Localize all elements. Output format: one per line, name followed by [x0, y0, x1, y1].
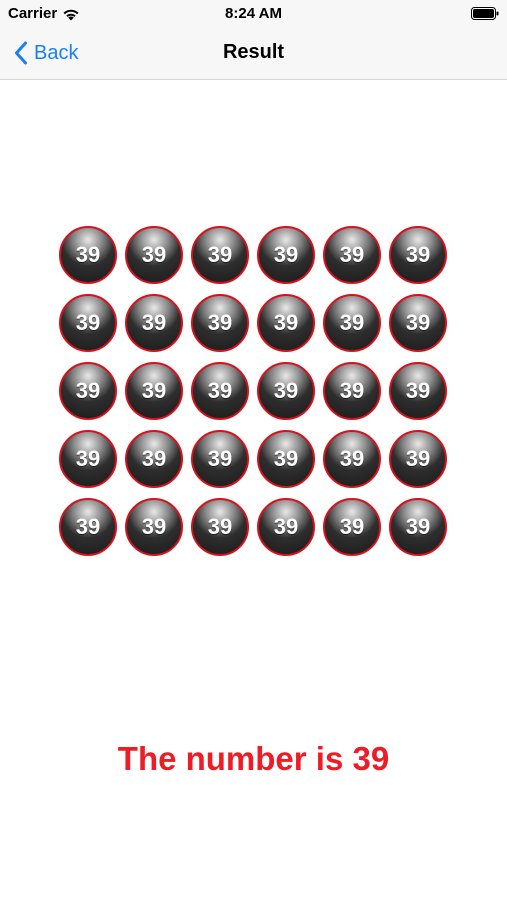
number-ball: 39 [389, 362, 447, 420]
battery-icon [471, 7, 499, 20]
number-ball: 39 [389, 430, 447, 488]
navigation-bar: Back Result [0, 28, 507, 80]
number-ball: 39 [323, 294, 381, 352]
number-ball: 39 [59, 362, 117, 420]
number-ball: 39 [257, 430, 315, 488]
number-ball: 39 [323, 498, 381, 556]
number-ball: 39 [125, 430, 183, 488]
number-ball: 39 [59, 226, 117, 284]
page-title: Result [222, 41, 285, 63]
number-ball: 39 [389, 294, 447, 352]
number-ball: 39 [125, 294, 183, 352]
number-ball: 39 [125, 498, 183, 556]
number-ball: 39 [191, 362, 249, 420]
number-ball: 39 [257, 294, 315, 352]
number-ball: 39 [191, 294, 249, 352]
number-ball: 39 [257, 226, 315, 284]
status-bar: Carrier 8:24 AM [0, 0, 507, 28]
result-message: The number is 39 [117, 740, 390, 777]
number-ball: 39 [191, 226, 249, 284]
number-ball: 39 [389, 498, 447, 556]
number-ball: 39 [59, 294, 117, 352]
number-ball: 39 [323, 430, 381, 488]
number-ball: 39 [59, 498, 117, 556]
number-ball: 39 [323, 226, 381, 284]
number-ball: 39 [257, 498, 315, 556]
number-ball: 39 [125, 226, 183, 284]
number-ball: 39 [323, 362, 381, 420]
number-ball: 39 [191, 498, 249, 556]
status-time: 8:24 AM [225, 5, 282, 22]
number-ball: 39 [191, 430, 249, 488]
ball-grid: 39 39 39 39 39 39 39 39 39 39 39 39 39 3… [59, 226, 451, 556]
number-ball: 39 [389, 226, 447, 284]
number-ball: 39 [125, 362, 183, 420]
number-ball: 39 [257, 362, 315, 420]
number-ball: 39 [59, 430, 117, 488]
